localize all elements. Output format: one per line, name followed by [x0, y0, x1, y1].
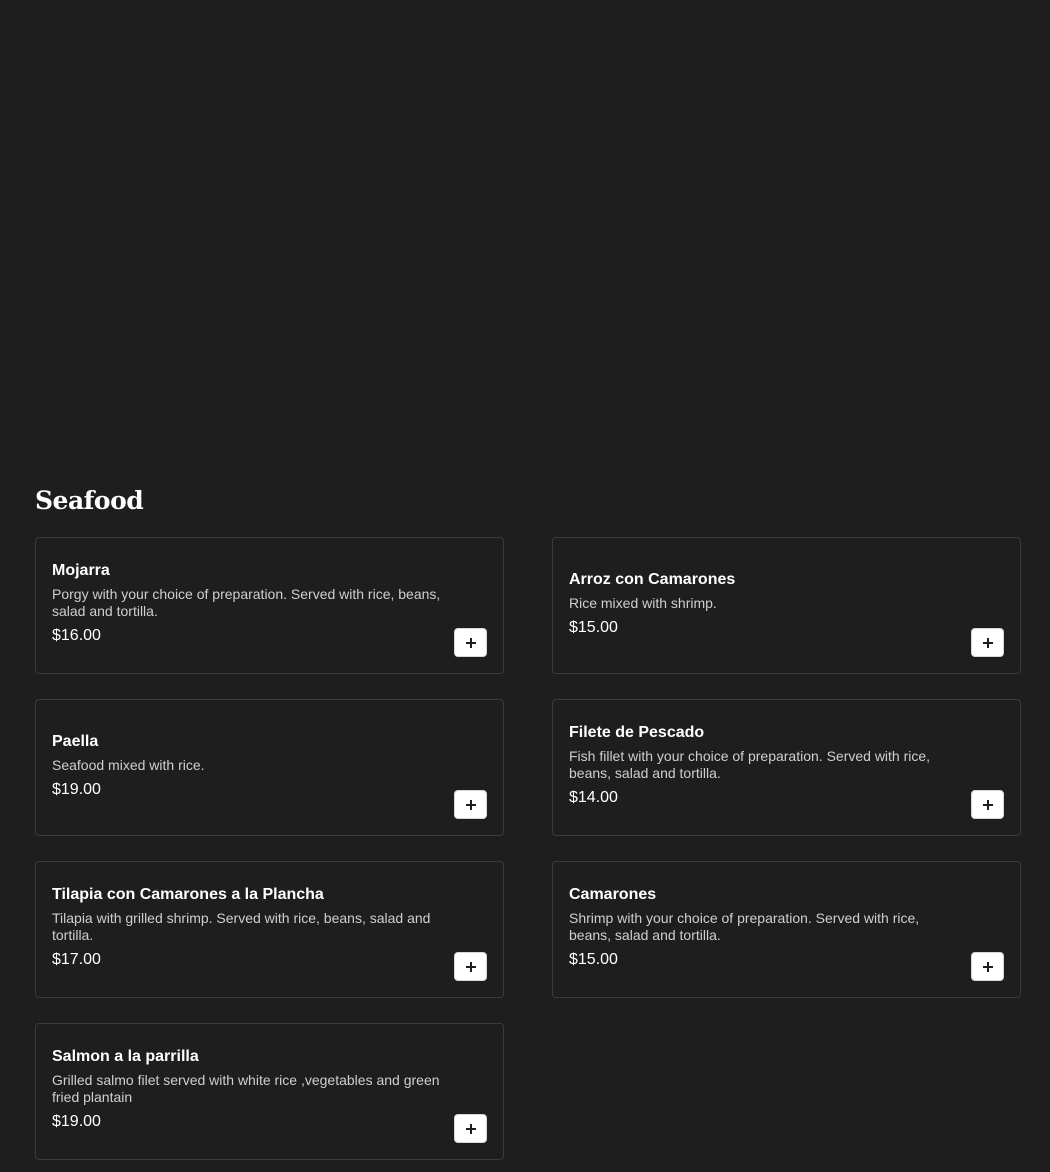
menu-item-card[interactable]: Paella Seafood mixed with rice. $19.00	[35, 699, 504, 836]
menu-item-name: Camarones	[569, 886, 657, 903]
menu-item-info: Camarones Shrimp with your choice of pre…	[569, 862, 964, 997]
add-to-cart-button[interactable]	[971, 790, 1004, 819]
menu-item-card[interactable]: Camarones Shrimp with your choice of pre…	[552, 861, 1021, 998]
menu-item-price: $19.00	[52, 1113, 101, 1130]
add-to-cart-button[interactable]	[971, 952, 1004, 981]
menu-item-description: Tilapia with grilled shrimp. Served with…	[52, 910, 431, 943]
menu-item-description: Shrimp with your choice of preparation. …	[569, 910, 920, 943]
menu-page: Seafood Mojarra Porgy with your choice o…	[0, 0, 1050, 1172]
menu-item-info: Filete de Pescado Fish fillet with your …	[569, 700, 964, 835]
menu-item-name: Mojarra	[52, 562, 110, 579]
menu-item-description: Rice mixed with shrimp.	[569, 594, 717, 611]
menu-item-price: $16.00	[52, 627, 101, 644]
menu-item-price: $19.00	[52, 780, 101, 798]
menu-item-description: Grilled salmo filet served with white ri…	[52, 1072, 440, 1105]
menu-item-name: Filete de Pescado	[569, 724, 705, 741]
plus-icon	[982, 961, 993, 972]
menu-item-price: $15.00	[569, 618, 618, 636]
menu-item-info: Tilapia con Camarones a la Plancha Tilap…	[52, 862, 447, 997]
plus-icon	[465, 637, 476, 648]
section-title: Seafood	[35, 486, 144, 515]
menu-item-description: Fish fillet with your choice of preparat…	[569, 748, 931, 781]
add-to-cart-button[interactable]	[971, 628, 1004, 657]
plus-icon	[465, 799, 476, 810]
plus-icon	[982, 637, 993, 648]
menu-item-price: $17.00	[52, 951, 101, 968]
plus-icon	[465, 961, 476, 972]
menu-item-info: Paella Seafood mixed with rice. $19.00	[52, 700, 447, 835]
plus-icon	[465, 1123, 476, 1134]
menu-item-info: Salmon a la parrilla Grilled salmo filet…	[52, 1024, 447, 1159]
add-to-cart-button[interactable]	[454, 628, 487, 657]
add-to-cart-button[interactable]	[454, 1114, 487, 1143]
add-to-cart-button[interactable]	[454, 952, 487, 981]
menu-item-info: Arroz con Camarones Rice mixed with shri…	[569, 538, 964, 673]
plus-icon	[982, 799, 993, 810]
menu-item-grid: Mojarra Porgy with your choice of prepar…	[35, 537, 1021, 1160]
menu-item-name: Salmon a la parrilla	[52, 1048, 199, 1065]
menu-item-card[interactable]: Salmon a la parrilla Grilled salmo filet…	[35, 1023, 504, 1160]
menu-item-card[interactable]: Arroz con Camarones Rice mixed with shri…	[552, 537, 1021, 674]
menu-item-price: $15.00	[569, 951, 618, 968]
menu-item-description: Seafood mixed with rice.	[52, 756, 205, 773]
menu-item-name: Paella	[52, 732, 99, 750]
menu-item-price: $14.00	[569, 789, 618, 806]
menu-item-card[interactable]: Filete de Pescado Fish fillet with your …	[552, 699, 1021, 836]
menu-item-name: Arroz con Camarones	[569, 570, 736, 588]
menu-item-card[interactable]: Tilapia con Camarones a la Plancha Tilap…	[35, 861, 504, 998]
menu-item-name: Tilapia con Camarones a la Plancha	[52, 886, 324, 903]
menu-item-description: Porgy with your choice of preparation. S…	[52, 586, 441, 619]
menu-item-info: Mojarra Porgy with your choice of prepar…	[52, 538, 447, 673]
add-to-cart-button[interactable]	[454, 790, 487, 819]
menu-item-card[interactable]: Mojarra Porgy with your choice of prepar…	[35, 537, 504, 674]
